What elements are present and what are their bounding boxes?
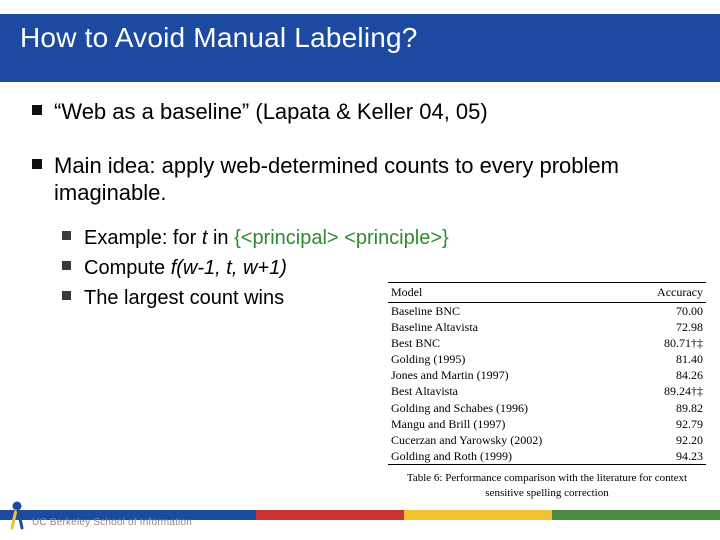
cell-accuracy: 94.23 (627, 448, 706, 465)
cell-accuracy: 70.00 (627, 302, 706, 319)
logo-icon (8, 500, 26, 530)
cell-accuracy: 84.26 (627, 367, 706, 383)
slide: How to Avoid Manual Labeling? “Web as a … (0, 0, 720, 540)
func-f: f(w-1, t, w+1) (171, 257, 287, 279)
cell-model: Jones and Martin (1997) (388, 367, 627, 383)
title-band: How to Avoid Manual Labeling? (0, 14, 720, 82)
cell-model: Mangu and Brill (1997) (388, 416, 627, 432)
col-model: Model (388, 283, 627, 302)
cell-accuracy: 81.40 (627, 351, 706, 367)
sub-compute: Compute f(w-1, t, w+1) (62, 255, 692, 281)
table-row: Mangu and Brill (1997)92.79 (388, 416, 706, 432)
bullet-text: Main idea: apply web-determined counts t… (54, 153, 619, 206)
text: Compute (84, 257, 171, 279)
page-title: How to Avoid Manual Labeling? (0, 14, 720, 54)
bullet-text: “Web as a baseline” (Lapata & Keller 04,… (54, 99, 488, 124)
text: in (207, 227, 234, 249)
cell-accuracy: 92.20 (627, 432, 706, 448)
cell-model: Cucerzan and Yarowsky (2002) (388, 432, 627, 448)
footer-stripe-yellow (404, 510, 552, 520)
table-row: Baseline BNC70.00 (388, 302, 706, 319)
cell-model: Golding and Schabes (1996) (388, 400, 627, 416)
accuracy-table: Model Accuracy Baseline BNC70.00Baseline… (388, 282, 706, 500)
table-row: Best BNC80.71†‡ (388, 335, 706, 351)
text: The largest count wins (84, 287, 284, 309)
table-caption: Table 6: Performance comparison with the… (388, 471, 706, 500)
bullet-main-idea: Main idea: apply web-determined counts t… (32, 152, 692, 207)
bullet-web-baseline: “Web as a baseline” (Lapata & Keller 04,… (32, 98, 692, 126)
footer-stripe-green (552, 510, 720, 520)
cell-accuracy: 89.82 (627, 400, 706, 416)
table-head-row: Model Accuracy (388, 283, 706, 302)
text: Example: for (84, 227, 202, 249)
cell-accuracy: 80.71†‡ (627, 335, 706, 351)
table-row: Cucerzan and Yarowsky (2002)92.20 (388, 432, 706, 448)
table-row: Baseline Altavista72.98 (388, 319, 706, 335)
footer-stripe-red (256, 510, 404, 520)
cell-model: Baseline BNC (388, 302, 627, 319)
cell-model: Golding and Roth (1999) (388, 448, 627, 465)
logo-text: UC Berkeley School of Information (32, 517, 192, 528)
uc-berkeley-logo: UC Berkeley School of Information (8, 500, 192, 530)
table-row: Golding and Schabes (1996)89.82 (388, 400, 706, 416)
sub-example: Example: for t in {<principal> <principl… (62, 225, 692, 251)
cell-model: Best Altavista (388, 383, 627, 399)
cell-model: Golding (1995) (388, 351, 627, 367)
cell-accuracy: 92.79 (627, 416, 706, 432)
table-row: Jones and Martin (1997)84.26 (388, 367, 706, 383)
cell-accuracy: 72.98 (627, 319, 706, 335)
cell-model: Baseline Altavista (388, 319, 627, 335)
table-row: Best Altavista89.24†‡ (388, 383, 706, 399)
cell-accuracy: 89.24†‡ (627, 383, 706, 399)
table: Model Accuracy Baseline BNC70.00Baseline… (388, 282, 706, 465)
cell-model: Best BNC (388, 335, 627, 351)
set-green: {<principal> <principle>} (234, 227, 449, 249)
col-accuracy: Accuracy (627, 283, 706, 302)
table-row: Golding (1995)81.40 (388, 351, 706, 367)
table-row: Golding and Roth (1999)94.23 (388, 448, 706, 465)
